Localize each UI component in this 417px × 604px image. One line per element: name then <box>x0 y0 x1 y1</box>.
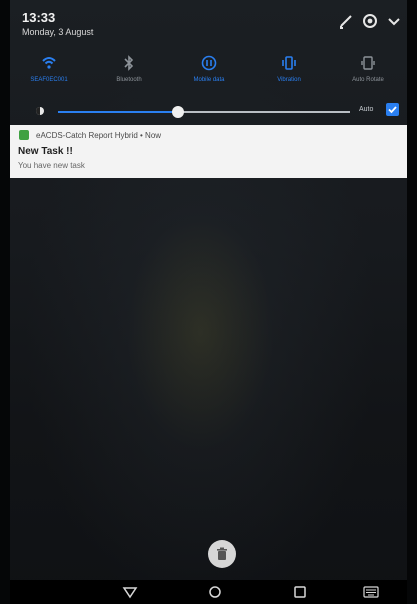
recents-square-icon[interactable] <box>292 585 308 599</box>
notification-card[interactable]: eACDS-Catch Report Hybrid • Now New Task… <box>10 125 407 178</box>
auto-brightness-checkbox[interactable] <box>386 103 399 116</box>
clock-date: Monday, 3 August <box>22 27 94 37</box>
brightness-icon <box>36 107 44 115</box>
notification-title: New Task !! <box>18 146 73 157</box>
left-border <box>0 0 10 604</box>
home-circle-icon[interactable] <box>207 585 223 599</box>
notification-shade: 13:33 Monday, 3 August SEAF0EC001 Blueto… <box>10 0 407 604</box>
wifi-icon <box>42 57 56 69</box>
auto-brightness-label: Auto <box>359 106 374 113</box>
navigation-bar <box>10 580 407 604</box>
back-triangle-icon[interactable] <box>122 585 138 599</box>
qs-auto-rotate-label: Auto Rotate <box>352 77 384 83</box>
qs-mobile-data-label: Mobile data <box>193 77 225 83</box>
brightness-thumb[interactable] <box>172 106 184 118</box>
edit-icon[interactable] <box>337 12 355 30</box>
qs-wifi-label: SEAF0EC001 <box>30 77 68 83</box>
quick-settings-row: SEAF0EC001 Bluetooth Mobile data Vibrati… <box>10 54 407 94</box>
vibration-icon <box>282 56 296 70</box>
brightness-slider[interactable] <box>58 106 350 118</box>
mobile-data-icon <box>201 55 217 71</box>
brightness-row: Auto <box>10 100 407 124</box>
qs-bluetooth-label: Bluetooth <box>116 77 142 83</box>
clock-time: 13:33 <box>22 10 56 25</box>
bluetooth-icon <box>124 55 134 71</box>
notification-app-line: eACDS-Catch Report Hybrid • Now <box>36 131 162 140</box>
clear-notifications-button[interactable] <box>208 540 236 568</box>
qs-auto-rotate[interactable]: Auto Rotate <box>329 54 407 94</box>
app-icon <box>19 130 29 140</box>
qs-bluetooth[interactable]: Bluetooth <box>90 54 168 94</box>
notification-text: You have new task <box>18 161 85 170</box>
qs-vibration-label: Vibration <box>277 77 301 83</box>
chevron-down-icon[interactable] <box>385 12 403 30</box>
auto-rotate-icon <box>361 56 375 70</box>
right-border <box>407 0 417 604</box>
check-icon <box>388 106 397 114</box>
trash-icon <box>217 547 227 560</box>
settings-gear-icon[interactable] <box>361 12 379 30</box>
qs-wifi[interactable]: SEAF0EC001 <box>10 54 88 94</box>
screen: 13:33 Monday, 3 August SEAF0EC001 Blueto… <box>0 0 417 604</box>
brightness-fill <box>58 111 178 113</box>
qs-vibration[interactable]: Vibration <box>250 54 328 94</box>
keyboard-icon[interactable] <box>363 585 379 599</box>
qs-mobile-data[interactable]: Mobile data <box>170 54 248 94</box>
